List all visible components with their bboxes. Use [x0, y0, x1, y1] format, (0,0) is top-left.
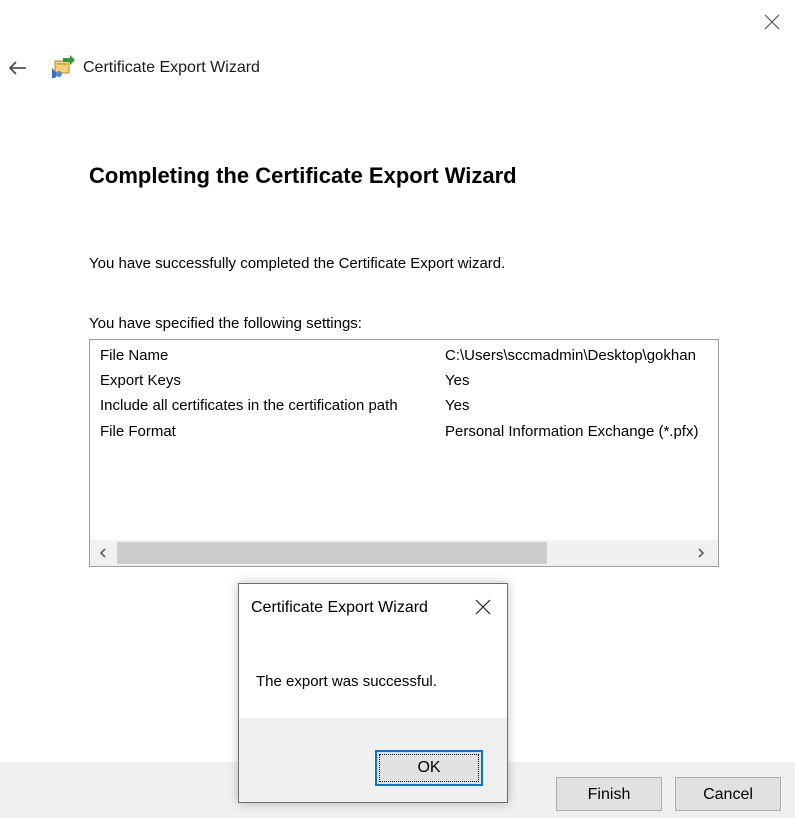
scroll-left-icon[interactable] — [96, 546, 110, 560]
settings-row: Include all certificates in the certific… — [90, 392, 718, 417]
finish-button[interactable]: Finish — [556, 777, 662, 811]
settings-row: Export Keys Yes — [90, 367, 718, 392]
window-title: Certificate Export Wizard — [83, 59, 260, 76]
horizontal-scrollbar[interactable] — [90, 540, 718, 566]
setting-key: File Name — [100, 347, 169, 364]
setting-key: Export Keys — [100, 372, 181, 389]
setting-value: Yes — [445, 372, 470, 389]
wizard-window: Certificate Export Wizard Completing the… — [0, 0, 795, 818]
certificate-export-icon — [52, 55, 75, 78]
back-arrow-icon[interactable] — [6, 56, 30, 80]
dialog-title: Certificate Export Wizard — [251, 599, 428, 616]
close-icon[interactable] — [473, 597, 493, 617]
ok-button-label: OK — [417, 759, 441, 776]
cancel-button[interactable]: Cancel — [675, 777, 781, 811]
setting-value: Personal Information Exchange (*.pfx) — [445, 423, 699, 440]
success-message: You have successfully completed the Cert… — [89, 255, 506, 272]
settings-label: You have specified the following setting… — [89, 315, 362, 332]
scrollbar-thumb[interactable] — [117, 542, 547, 564]
setting-value: Yes — [445, 397, 470, 414]
settings-row: File Format Personal Information Exchang… — [90, 418, 718, 443]
close-icon[interactable] — [760, 10, 784, 34]
ok-button[interactable]: OK — [375, 750, 483, 786]
page-title: Completing the Certificate Export Wizard — [89, 163, 517, 188]
settings-list[interactable]: File Name C:\Users\sccmadmin\Desktop\gok… — [89, 339, 719, 567]
scroll-right-icon[interactable] — [694, 546, 708, 560]
setting-key: File Format — [100, 423, 176, 440]
setting-value: C:\Users\sccmadmin\Desktop\gokhan — [445, 347, 696, 364]
setting-key: Include all certificates in the certific… — [100, 397, 398, 414]
dialog-message: The export was successful. — [256, 673, 437, 690]
settings-row: File Name C:\Users\sccmadmin\Desktop\gok… — [90, 342, 718, 367]
message-box-dialog: Certificate Export Wizard The export was… — [238, 583, 508, 803]
